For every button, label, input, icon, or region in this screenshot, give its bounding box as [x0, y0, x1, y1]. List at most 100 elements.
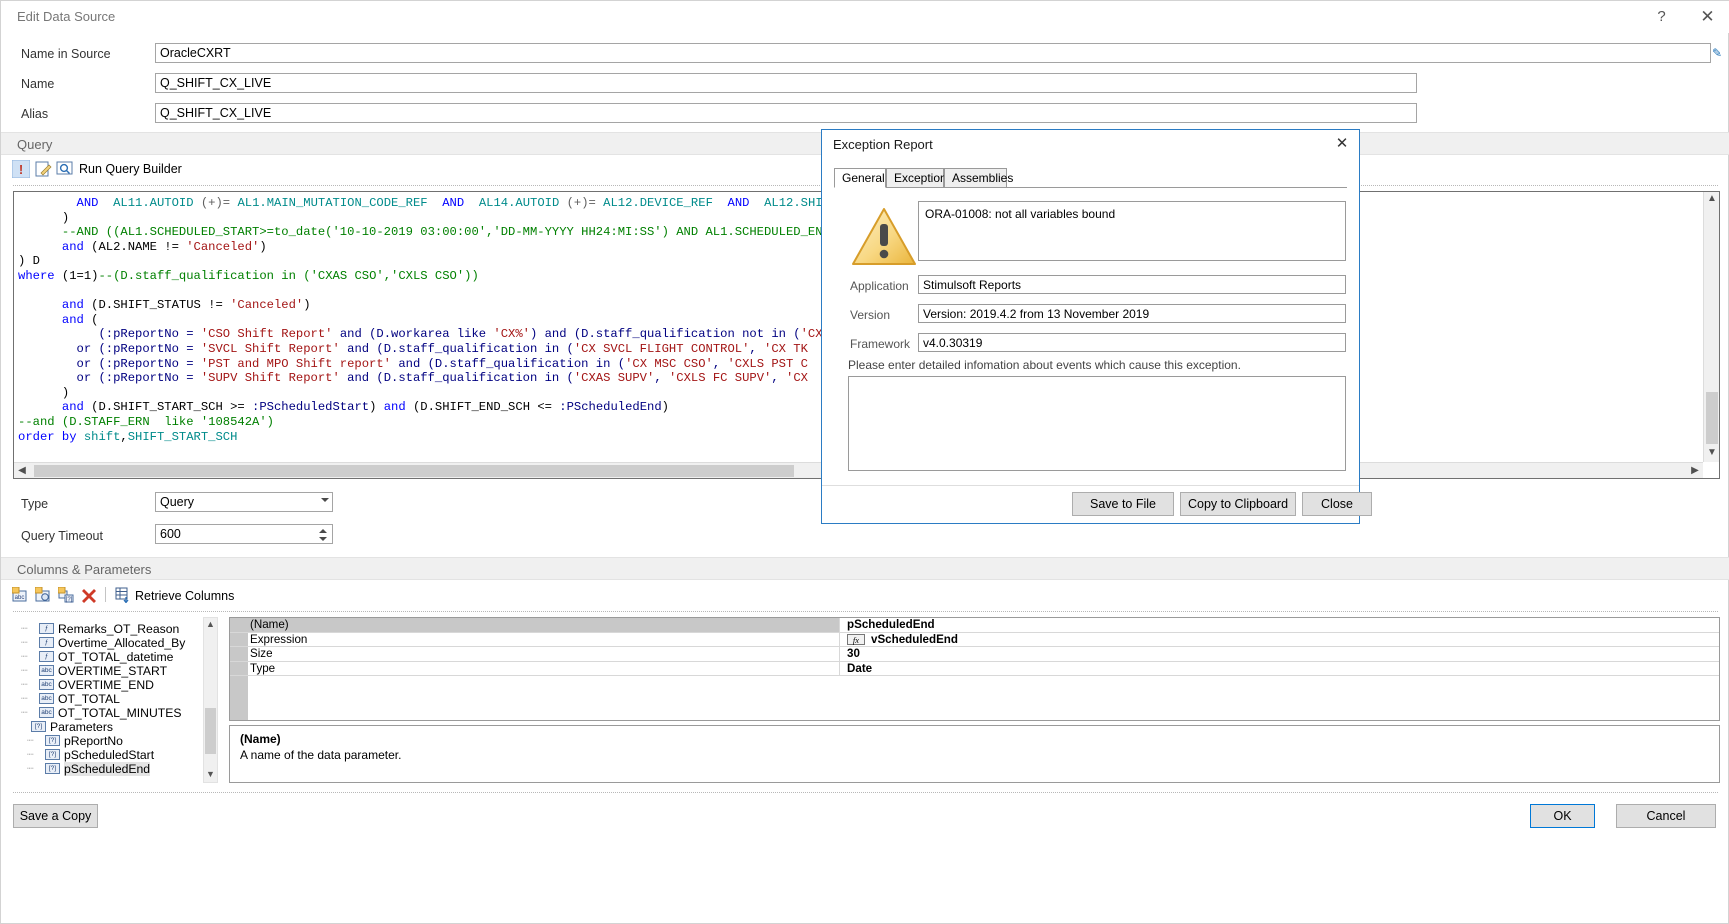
spinner-arrows[interactable] — [315, 526, 331, 544]
property-value[interactable]: fx vScheduledEnd — [841, 633, 1719, 647]
version-input[interactable] — [918, 304, 1346, 323]
property-row-type[interactable]: Type Date — [230, 661, 1719, 676]
tree-item-remarks-ot-reason[interactable]: ┈ ƒ Remarks_OT_Reason — [21, 621, 179, 636]
tree-item-label: pReportNo — [64, 733, 123, 748]
tree-item-ot-total[interactable]: ┈ abc OT_TOTAL — [21, 691, 120, 706]
name-input[interactable] — [155, 73, 1417, 93]
exception-details-textarea[interactable] — [848, 376, 1346, 471]
property-row-expression[interactable]: Expression fx vScheduledEnd — [230, 632, 1719, 647]
tree-item-pscheduledstart[interactable]: ┈ [?] pScheduledStart — [27, 747, 155, 762]
close-dialog-button[interactable]: Close — [1302, 492, 1372, 516]
new-parameter-icon[interactable]: [?] — [57, 586, 76, 603]
property-value[interactable]: Date — [841, 662, 1719, 676]
calculated-column-icon: ƒ — [39, 637, 54, 649]
svg-text:[?]: [?] — [66, 597, 73, 603]
tree-item-label: pScheduledStart — [64, 747, 155, 762]
copy-to-clipboard-button[interactable]: Copy to Clipboard — [1180, 492, 1296, 516]
tree-item-label: OVERTIME_END — [58, 677, 154, 692]
property-name: Type — [230, 661, 840, 675]
tree-item-pscheduledend[interactable]: ┈ [?] pScheduledEnd — [27, 761, 151, 776]
horizontal-scroll-thumb[interactable] — [34, 465, 794, 477]
property-description-title: (Name) — [240, 732, 281, 746]
spinner-up-icon[interactable] — [319, 529, 327, 533]
expression-fx-icon[interactable]: fx — [847, 633, 865, 645]
alias-input[interactable] — [155, 103, 1417, 123]
edit-pencil-icon[interactable]: ✎ — [1712, 46, 1722, 60]
tree-item-label: OVERTIME_START — [58, 663, 168, 678]
type-combobox[interactable]: Query — [155, 492, 333, 512]
property-value[interactable]: 30 — [841, 647, 1719, 661]
preview-query-icon[interactable] — [56, 160, 74, 178]
tree-item-ot-total-minutes[interactable]: ┈ abc OT_TOTAL_MINUTES — [21, 705, 181, 720]
property-row-size[interactable]: Size 30 — [230, 647, 1719, 662]
ok-button[interactable]: OK — [1530, 804, 1595, 828]
svg-text:!: ! — [19, 162, 23, 177]
abc-column-icon: abc — [39, 707, 54, 719]
tree-item-label: OT_TOTAL_datetime — [58, 649, 174, 664]
scroll-left-icon[interactable]: ◀ — [14, 463, 30, 478]
exception-dialog-close-icon[interactable]: ✕ — [1329, 133, 1355, 155]
delete-icon[interactable] — [81, 587, 99, 603]
calculated-column-icon: ƒ — [39, 623, 54, 635]
query-timeout-spinner[interactable]: 600 — [155, 524, 333, 544]
tree-item-overtime-allocated-by[interactable]: ┈ ƒ Overtime_Allocated_By — [21, 635, 185, 650]
tree-item-overtime-end[interactable]: ┈ abc OVERTIME_END — [21, 677, 154, 692]
svg-text:abc: abc — [15, 595, 25, 601]
tab-exception[interactable]: Exception — [886, 168, 947, 188]
warning-triangle-icon — [850, 206, 918, 268]
cancel-button[interactable]: Cancel — [1616, 804, 1716, 828]
exception-report-dialog: Exception Report ✕ General Exception Ass… — [821, 129, 1372, 524]
columns-parameters-tree[interactable]: ┈ ƒ Remarks_OT_Reason ┈ ƒ Overtime_Allocated… — [13, 617, 201, 783]
edit-script-icon[interactable] — [34, 160, 52, 178]
spinner-down-icon[interactable] — [319, 537, 327, 541]
scroll-up-icon[interactable]: ▲ — [1704, 192, 1719, 208]
new-column-icon[interactable]: abc — [11, 586, 30, 603]
tree-item-label: OT_TOTAL — [58, 691, 120, 706]
exception-dialog-button-divider — [822, 485, 1359, 486]
scroll-right-icon[interactable]: ▶ — [1687, 463, 1703, 478]
parameter-icon: [?] — [45, 763, 60, 775]
scroll-down-icon[interactable]: ▼ — [1704, 446, 1719, 462]
save-to-file-button[interactable]: Save to File — [1072, 492, 1174, 516]
application-input[interactable] — [918, 275, 1346, 294]
editor-vertical-scrollbar[interactable]: ▲ ▼ — [1703, 192, 1719, 462]
parameter-icon: [?] — [45, 749, 60, 761]
retrieve-columns-button[interactable]: Retrieve Columns — [135, 589, 234, 603]
tree-scroll-thumb[interactable] — [205, 708, 216, 754]
new-calculated-column-icon[interactable] — [34, 586, 53, 603]
tree-guide: ┈ — [27, 748, 34, 761]
error-marker-icon[interactable]: ! — [11, 159, 31, 179]
vertical-scroll-thumb[interactable] — [1706, 392, 1718, 444]
tab-general[interactable]: General — [834, 168, 886, 188]
abc-column-icon: abc — [39, 665, 54, 677]
tree-item-overtime-start[interactable]: ┈ abc OVERTIME_START — [21, 663, 168, 678]
tab-assemblies[interactable]: Assemblies — [944, 168, 1013, 188]
retrieve-columns-icon[interactable] — [114, 587, 132, 604]
calculated-column-icon: ƒ — [39, 651, 54, 663]
tree-guide: ┈ — [27, 762, 34, 775]
save-a-copy-button[interactable]: Save a Copy — [13, 804, 98, 828]
toolbar-separator — [105, 587, 106, 602]
property-row-name[interactable]: (Name) pScheduledEnd — [230, 618, 1719, 633]
parameters-folder-icon: [?] — [31, 721, 46, 733]
version-label: Version — [850, 308, 891, 322]
type-combobox-value: Query — [160, 495, 195, 509]
tree-item-parameters-folder[interactable]: [?] Parameters — [13, 719, 113, 734]
run-query-builder-button[interactable]: Run Query Builder — [79, 162, 182, 176]
exception-note-text: Please enter detailed infomation about e… — [848, 358, 1241, 372]
close-window-button[interactable]: ✕ — [1685, 1, 1729, 32]
name-in-source-label: Name in Source — [21, 47, 111, 61]
name-in-source-input[interactable] — [155, 43, 1711, 63]
property-value[interactable]: pScheduledEnd — [841, 618, 1719, 632]
tree-scroll-up-icon[interactable]: ▲ — [204, 618, 217, 632]
property-name: (Name) — [230, 618, 840, 632]
help-button[interactable]: ? — [1639, 1, 1684, 32]
edit-data-source-window: Edit Data Source ? ✕ Name in Source ✎ Na… — [0, 0, 1729, 924]
exception-message-box[interactable]: ORA-01008: not all variables bound — [918, 201, 1346, 261]
tree-item-ot-total-datetime[interactable]: ┈ ƒ OT_TOTAL_datetime — [21, 649, 174, 664]
tree-scroll-down-icon[interactable]: ▼ — [204, 768, 217, 782]
parameter-property-grid[interactable]: (Name) pScheduledEnd Expression fx vSched… — [229, 617, 1720, 721]
framework-input[interactable] — [918, 333, 1346, 352]
tree-item-preportno[interactable]: ┈ [?] pReportNo — [27, 733, 123, 748]
tree-vertical-scrollbar[interactable]: ▲ ▼ — [203, 617, 218, 783]
